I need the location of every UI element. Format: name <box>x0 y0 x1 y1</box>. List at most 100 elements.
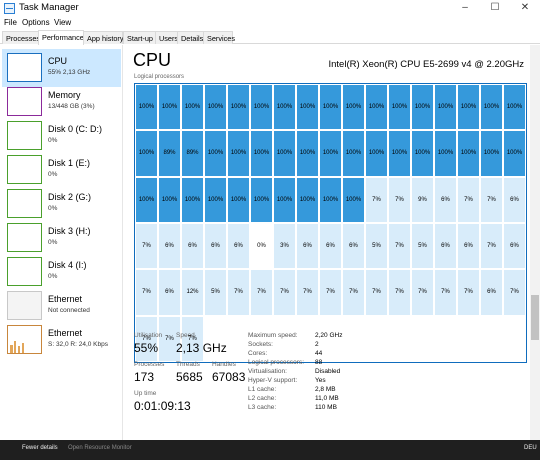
tab-performance[interactable]: Performance <box>38 30 84 45</box>
tab-bar: Processes Performance App history Start-… <box>0 30 540 45</box>
logical-processor-value: 100% <box>345 104 362 111</box>
vertical-scrollbar[interactable] <box>530 45 540 440</box>
logical-processor-value: 100% <box>506 104 523 111</box>
sidebar-item-cpu[interactable]: CPU 55% 2,13 GHz <box>2 49 121 87</box>
language-indicator[interactable]: DEU <box>524 445 537 451</box>
virtualisation-value: Disabled <box>315 368 341 375</box>
logical-processor-cell: 0% <box>250 223 273 270</box>
uptime-value: 0:01:09:13 <box>134 399 191 413</box>
task-manager-icon <box>4 3 15 14</box>
logical-processor-cell: 6% <box>457 223 480 270</box>
logical-processor-value: 6% <box>165 289 174 296</box>
resource-monitor-link[interactable]: Open Resource Monitor <box>68 445 132 451</box>
logical-processor-value: 100% <box>276 104 293 111</box>
logical-processor-value: 6% <box>464 243 473 250</box>
tab-details[interactable]: Details <box>177 31 204 44</box>
maximize-button[interactable]: ☐ <box>480 0 510 17</box>
logical-processor-value: 5% <box>418 243 427 250</box>
sidebar-item-ethernet-2[interactable]: Ethernet S: 32,0 R: 24,0 Kbps <box>2 321 121 359</box>
logical-processor-value: 7% <box>464 196 473 203</box>
sidebar-item-disk-4[interactable]: Disk 4 (I:) 0% <box>2 253 121 291</box>
close-button[interactable]: ✕ <box>510 0 540 17</box>
logical-processor-cell: 7% <box>273 269 296 316</box>
logical-processor-value: 7% <box>303 289 312 296</box>
l2-cache-label: L2 cache: <box>248 395 277 402</box>
logical-processor-value: 6% <box>441 243 450 250</box>
logical-processor-cell: 100% <box>457 84 480 131</box>
logical-processors-count-value: 88 <box>315 359 323 366</box>
logical-processor-cell: 100% <box>250 84 273 131</box>
sidebar-item-ethernet-1[interactable]: Ethernet Not connected <box>2 287 121 325</box>
logical-processor-value: 6% <box>349 243 358 250</box>
logical-processor-cell: 100% <box>342 130 365 177</box>
logical-processor-value: 100% <box>230 196 247 203</box>
sidebar-item-disk-1[interactable]: Disk 1 (E:) 0% <box>2 151 121 189</box>
tab-start-up[interactable]: Start-up <box>123 31 156 44</box>
logical-processor-value: 100% <box>460 150 477 157</box>
sidebar-item-disk-3[interactable]: Disk 3 (H:) 0% <box>2 219 121 257</box>
logical-processor-value: 7% <box>441 289 450 296</box>
logical-processor-cell: 6% <box>434 176 457 223</box>
fewer-details-link[interactable]: Fewer details <box>22 445 58 451</box>
logical-processor-value: 3% <box>280 243 289 250</box>
logical-processor-cell: 100% <box>480 130 503 177</box>
tab-app-history[interactable]: App history <box>83 31 124 44</box>
logical-processor-cell: 6% <box>296 223 319 270</box>
logical-processor-cell: 7% <box>388 269 411 316</box>
logical-processor-value: 7% <box>326 289 335 296</box>
sidebar-item-value: 0% <box>48 205 58 212</box>
logical-processor-cell: 7% <box>319 269 342 316</box>
menu-view[interactable]: View <box>54 18 71 27</box>
logical-processor-cell: 100% <box>296 130 319 177</box>
cores-label: Cores: <box>248 350 268 357</box>
tab-services[interactable]: Services <box>203 31 235 44</box>
sidebar-item-memory[interactable]: Memory 13/448 GB (3%) <box>2 83 121 121</box>
window-title: Task Manager <box>19 2 79 13</box>
logical-processor-cell: 7% <box>457 176 480 223</box>
logical-processor-cell: 5% <box>204 269 227 316</box>
processes-value: 173 <box>134 370 155 384</box>
logical-processor-cell: 100% <box>388 84 411 131</box>
logical-processor-cell: 100% <box>227 130 250 177</box>
logical-processor-value: 100% <box>460 104 477 111</box>
page-title: CPU <box>133 50 172 70</box>
scrollbar-thumb[interactable] <box>531 295 539 340</box>
minimize-button[interactable]: – <box>450 0 480 17</box>
logical-processor-cell: 100% <box>319 84 342 131</box>
logical-processor-value: 5% <box>211 289 220 296</box>
logical-processor-value: 0% <box>257 243 266 250</box>
logical-processor-cell: 100% <box>296 176 319 223</box>
logical-processor-cell: 100% <box>319 130 342 177</box>
logical-processor-value: 100% <box>299 150 316 157</box>
logical-processor-cell: 100% <box>388 130 411 177</box>
logical-processor-cell: 7% <box>434 269 457 316</box>
sidebar-item-disk-2[interactable]: Disk 2 (G:) 0% <box>2 185 121 223</box>
logical-processor-cell: 100% <box>227 176 250 223</box>
logical-processor-value: 100% <box>207 196 224 203</box>
logical-processor-value: 100% <box>138 104 155 111</box>
l1-cache-value: 2,8 MB <box>315 386 336 393</box>
threads-label: Threads <box>176 361 200 368</box>
logical-processor-cell: 6% <box>503 223 526 270</box>
logical-processor-cell: 100% <box>411 130 434 177</box>
cpu-panel: CPU Intel(R) Xeon(R) CPU E5-2699 v4 @ 2.… <box>124 45 540 440</box>
disk-thumbnail-graph <box>7 189 42 218</box>
menu-file[interactable]: File <box>4 18 17 27</box>
sidebar-item-label: Disk 1 (E:) <box>48 158 91 168</box>
logical-processor-cell: 6% <box>342 223 365 270</box>
cores-value: 44 <box>315 350 323 357</box>
sidebar-item-disk-0[interactable]: Disk 0 (C: D:) 0% <box>2 117 121 155</box>
tab-processes[interactable]: Processes <box>2 31 40 44</box>
utilisation-label: Utilisation <box>134 332 163 339</box>
logical-processor-cell: 7% <box>480 176 503 223</box>
sockets-value: 2 <box>315 341 319 348</box>
logical-processor-value: 100% <box>414 150 431 157</box>
logical-processor-cell: 100% <box>181 84 204 131</box>
logical-processor-cell: 100% <box>434 130 457 177</box>
logical-processor-value: 89% <box>163 150 176 157</box>
logical-processor-cell: 100% <box>158 84 181 131</box>
logical-processor-value: 100% <box>276 196 293 203</box>
logical-processor-value: 7% <box>349 289 358 296</box>
tab-users[interactable]: Users <box>155 31 178 44</box>
menu-options[interactable]: Options <box>22 18 50 27</box>
